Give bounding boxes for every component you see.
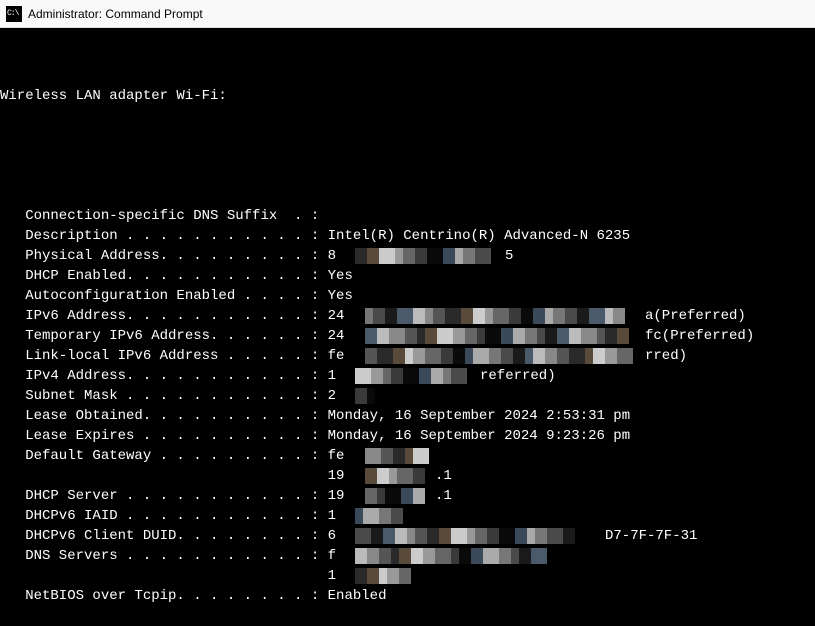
- output-line: Default Gateway . . . . . . . . . : fe: [0, 446, 815, 466]
- line-label: Physical Address. . . . . . . . . :: [0, 248, 328, 264]
- line-suffix: D7-7F-7F-31: [605, 526, 697, 546]
- line-value: Monday, 16 September 2024 2:53:31 pm: [328, 408, 630, 424]
- redacted-region: [355, 548, 547, 564]
- output-line: NetBIOS over Tcpip. . . . . . . . : Enab…: [0, 586, 815, 606]
- line-label: DHCPv6 Client DUID. . . . . . . . :: [0, 528, 328, 544]
- line-label: Default Gateway . . . . . . . . . :: [0, 448, 328, 464]
- line-suffix: .1: [435, 486, 452, 506]
- line-suffix: referred): [480, 366, 556, 386]
- output-line: 19.1: [0, 466, 815, 486]
- line-value: Intel(R) Centrino(R) Advanced-N 6235: [328, 228, 630, 244]
- line-label: Autoconfiguration Enabled . . . . :: [0, 288, 328, 304]
- line-label: IPv4 Address. . . . . . . . . . . :: [0, 368, 328, 384]
- line-value: Yes: [328, 268, 353, 284]
- line-label: Description . . . . . . . . . . . :: [0, 228, 328, 244]
- output-line: Physical Address. . . . . . . . . : 8 5: [0, 246, 815, 266]
- line-suffix: a(Preferred): [645, 306, 746, 326]
- output-line: DHCPv6 IAID . . . . . . . . . . . : 1: [0, 506, 815, 526]
- redacted-region: [355, 368, 467, 384]
- line-label: DHCP Enabled. . . . . . . . . . . :: [0, 268, 328, 284]
- redacted-region: [365, 308, 625, 324]
- line-value: 6: [328, 528, 336, 544]
- output-line: Lease Expires . . . . . . . . . . : Mond…: [0, 426, 815, 446]
- line-label: Lease Obtained. . . . . . . . . . :: [0, 408, 328, 424]
- line-label: Link-local IPv6 Address . . . . . :: [0, 348, 328, 364]
- line-value: 19: [328, 468, 345, 484]
- redacted-region: [355, 388, 375, 404]
- window-title: Administrator: Command Prompt: [28, 7, 203, 21]
- line-value: Yes: [328, 288, 353, 304]
- output-line: Temporary IPv6 Address. . . . . . : 24 fc…: [0, 326, 815, 346]
- window-titlebar[interactable]: C:\ Administrator: Command Prompt: [0, 0, 815, 28]
- output-line: Subnet Mask . . . . . . . . . . . : 2: [0, 386, 815, 406]
- redacted-region: [355, 568, 411, 584]
- output-line: IPv6 Address. . . . . . . . . . . : 24 a(…: [0, 306, 815, 326]
- line-label: NetBIOS over Tcpip. . . . . . . . :: [0, 588, 328, 604]
- line-suffix: fc(Preferred): [645, 326, 754, 346]
- line-value: Monday, 16 September 2024 9:23:26 pm: [328, 428, 630, 444]
- output-line: Description . . . . . . . . . . . : Inte…: [0, 226, 815, 246]
- line-label: DNS Servers . . . . . . . . . . . :: [0, 548, 328, 564]
- redacted-region: [355, 528, 575, 544]
- line-value: 1: [328, 368, 336, 384]
- line-label: Subnet Mask . . . . . . . . . . . :: [0, 388, 328, 404]
- redacted-region: [355, 248, 491, 264]
- output-line: Link-local IPv6 Address . . . . . : fe rr…: [0, 346, 815, 366]
- terminal-output: Wireless LAN adapter Wi-Fi: Connection-s…: [0, 28, 815, 626]
- line-suffix: 5: [505, 246, 513, 266]
- line-label: IPv6 Address. . . . . . . . . . . :: [0, 308, 328, 324]
- line-value: f: [328, 548, 336, 564]
- output-line: DHCP Server . . . . . . . . . . . : 19.1: [0, 486, 815, 506]
- cmd-icon: C:\: [6, 6, 22, 22]
- output-line: DHCPv6 Client DUID. . . . . . . . : 6 D7-…: [0, 526, 815, 546]
- line-suffix: rred): [645, 346, 687, 366]
- line-label: Connection-specific DNS Suffix . :: [0, 208, 319, 224]
- redacted-region: [365, 348, 633, 364]
- redacted-region: [355, 508, 403, 524]
- output-line: Connection-specific DNS Suffix . :: [0, 206, 815, 226]
- redacted-region: [365, 448, 429, 464]
- line-value: fe: [328, 348, 345, 364]
- line-value: 1: [328, 508, 336, 524]
- redacted-region: [365, 468, 425, 484]
- output-line: Lease Obtained. . . . . . . . . . : Mond…: [0, 406, 815, 426]
- redacted-region: [365, 328, 629, 344]
- line-value: 24: [328, 308, 345, 324]
- output-line: IPv4 Address. . . . . . . . . . . : 1 ref…: [0, 366, 815, 386]
- adapter-header: Wireless LAN adapter Wi-Fi:: [0, 86, 815, 106]
- output-line: DHCP Enabled. . . . . . . . . . . : Yes: [0, 266, 815, 286]
- line-label: Temporary IPv6 Address. . . . . . :: [0, 328, 328, 344]
- line-value: fe: [328, 448, 345, 464]
- line-value: 24: [328, 328, 345, 344]
- blank-line: [0, 146, 815, 166]
- line-value: 2: [328, 388, 336, 404]
- output-line: 1: [0, 566, 815, 586]
- line-value: 1: [328, 568, 336, 584]
- line-suffix: .1: [435, 466, 452, 486]
- output-line: Autoconfiguration Enabled . . . . : Yes: [0, 286, 815, 306]
- line-label: Lease Expires . . . . . . . . . . :: [0, 428, 328, 444]
- output-line: DNS Servers . . . . . . . . . . . : f: [0, 546, 815, 566]
- line-value: 8: [328, 248, 336, 264]
- line-label: DHCPv6 IAID . . . . . . . . . . . :: [0, 508, 328, 524]
- line-value: Enabled: [328, 588, 387, 604]
- line-label: [0, 568, 328, 584]
- line-label: [0, 468, 328, 484]
